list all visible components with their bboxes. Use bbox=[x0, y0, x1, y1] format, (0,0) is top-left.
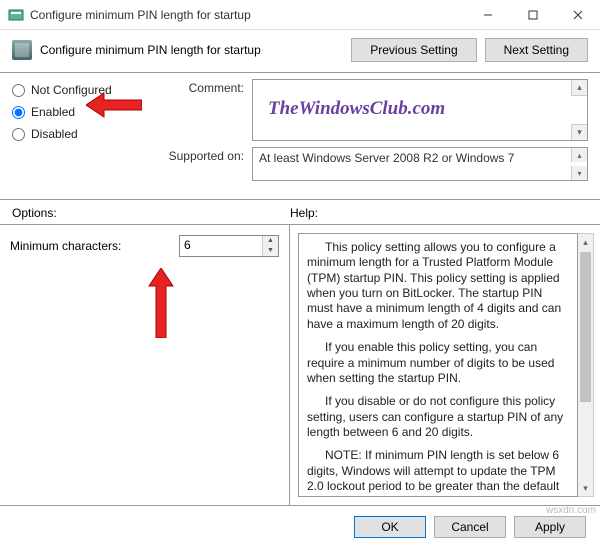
comment-textarea[interactable]: ▴ ▾ bbox=[252, 79, 588, 141]
close-button[interactable] bbox=[555, 0, 600, 29]
minimize-button[interactable] bbox=[465, 0, 510, 29]
help-scroll-up[interactable]: ▴ bbox=[578, 234, 593, 250]
comment-scroll-down[interactable]: ▾ bbox=[571, 124, 587, 140]
policy-header-title: Configure minimum PIN length for startup bbox=[40, 43, 351, 57]
help-p4: NOTE: If minimum PIN length is set below… bbox=[307, 448, 569, 497]
help-p3: If you disable or do not configure this … bbox=[307, 394, 569, 440]
help-scroll-thumb[interactable] bbox=[580, 252, 591, 402]
apply-button[interactable]: Apply bbox=[514, 516, 586, 538]
supported-on-box: At least Windows Server 2008 R2 or Windo… bbox=[252, 147, 588, 181]
options-pane: Minimum characters: 6 ▲ ▼ bbox=[0, 225, 290, 505]
help-section-label: Help: bbox=[290, 206, 318, 220]
radio-enabled-label: Enabled bbox=[31, 105, 75, 119]
next-setting-button[interactable]: Next Setting bbox=[485, 38, 588, 62]
spinner-up[interactable]: ▲ bbox=[263, 236, 278, 246]
policy-header: Configure minimum PIN length for startup… bbox=[0, 30, 600, 73]
help-text: This policy setting allows you to config… bbox=[298, 233, 578, 497]
radio-disabled-label: Disabled bbox=[31, 127, 78, 141]
minimum-characters-label: Minimum characters: bbox=[10, 239, 179, 253]
radio-disabled-input[interactable] bbox=[12, 128, 25, 141]
maximize-button[interactable] bbox=[510, 0, 555, 29]
policy-header-icon bbox=[12, 40, 32, 60]
minimum-characters-value[interactable]: 6 bbox=[180, 236, 262, 256]
radio-not-configured-label: Not Configured bbox=[31, 83, 112, 97]
options-section-label: Options: bbox=[12, 206, 290, 220]
help-p2: If you enable this policy setting, you c… bbox=[307, 340, 569, 386]
ok-button[interactable]: OK bbox=[354, 516, 426, 538]
window-title: Configure minimum PIN length for startup bbox=[30, 8, 465, 22]
minimum-characters-spinner[interactable]: 6 ▲ ▼ bbox=[179, 235, 279, 257]
attribution-text: wsxdn.com bbox=[546, 505, 596, 516]
section-labels: Options: Help: bbox=[0, 199, 600, 225]
supported-scroll-up[interactable]: ▴ bbox=[571, 148, 587, 162]
supported-label: Supported on: bbox=[167, 147, 252, 181]
radio-enabled[interactable]: Enabled bbox=[12, 105, 167, 119]
comment-scroll-up[interactable]: ▴ bbox=[571, 80, 587, 96]
previous-setting-button[interactable]: Previous Setting bbox=[351, 38, 476, 62]
radio-not-configured-input[interactable] bbox=[12, 84, 25, 97]
comment-label: Comment: bbox=[167, 79, 252, 141]
help-p1: This policy setting allows you to config… bbox=[307, 240, 569, 332]
dialog-footer: OK Cancel Apply bbox=[0, 505, 600, 548]
help-scroll-track[interactable] bbox=[578, 250, 593, 480]
radio-disabled[interactable]: Disabled bbox=[12, 127, 167, 141]
radio-enabled-input[interactable] bbox=[12, 106, 25, 119]
supported-on-value: At least Windows Server 2008 R2 or Windo… bbox=[259, 151, 514, 165]
cancel-button[interactable]: Cancel bbox=[434, 516, 506, 538]
help-pane: This policy setting allows you to config… bbox=[290, 225, 600, 505]
radio-not-configured[interactable]: Not Configured bbox=[12, 83, 167, 97]
supported-scroll-down[interactable]: ▾ bbox=[571, 166, 587, 180]
help-scroll-down[interactable]: ▾ bbox=[578, 480, 593, 496]
policy-icon bbox=[8, 7, 24, 23]
spinner-down[interactable]: ▼ bbox=[263, 246, 278, 256]
help-scrollbar[interactable]: ▴ ▾ bbox=[578, 233, 594, 497]
titlebar: Configure minimum PIN length for startup bbox=[0, 0, 600, 30]
